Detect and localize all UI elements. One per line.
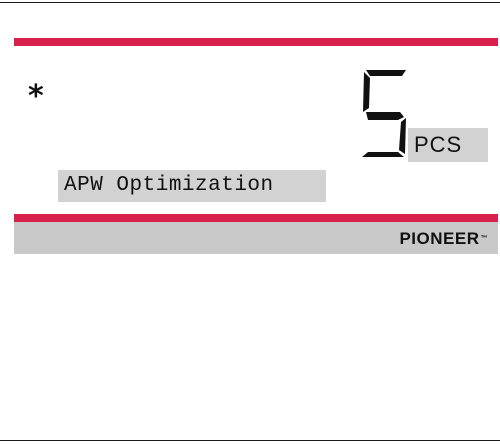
message-text: APW Optimization [64, 174, 274, 197]
segment-lower-right [399, 118, 406, 154]
top-rule [0, 2, 500, 3]
stability-indicator: * [28, 79, 44, 114]
segment-top [366, 70, 406, 76]
segment-upper-left [363, 72, 370, 112]
unit-label: PCS [414, 132, 463, 157]
segment-bottom [362, 152, 404, 157]
bottom-accent-band [14, 214, 498, 222]
message-field: APW Optimization [58, 170, 326, 202]
lcd-panel: * 5 PCS APW Optimization [14, 46, 498, 214]
brand-logo: PIONEER™ [399, 230, 488, 248]
scale-display: * 5 PCS APW Optimization PIONEER™ [14, 38, 498, 254]
trademark-mark: ™ [480, 235, 488, 242]
brand-name: PIONEER [399, 229, 480, 248]
unit-indicator: PCS [408, 128, 488, 162]
top-accent-band [14, 38, 498, 46]
brand-bar: PIONEER™ [14, 222, 498, 254]
segment-middle [366, 112, 404, 120]
count-digit [362, 70, 406, 157]
bottom-rule [0, 440, 500, 441]
